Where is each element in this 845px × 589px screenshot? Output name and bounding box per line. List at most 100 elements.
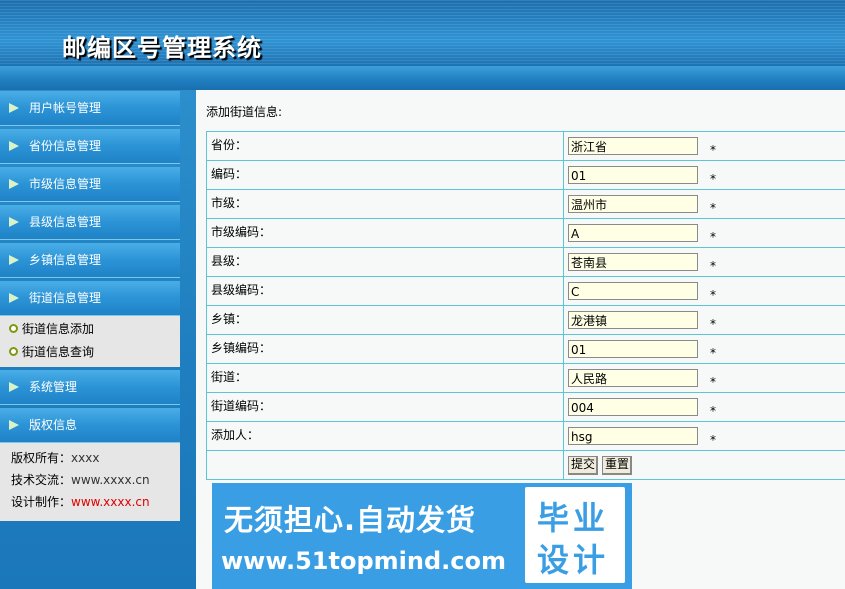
form-label: 市级： bbox=[206, 189, 564, 219]
form-field: 苍南县 * bbox=[563, 247, 845, 277]
header-banner: 邮编区号管理系统 bbox=[0, 0, 845, 90]
submit-button[interactable]: 提交 bbox=[568, 455, 599, 475]
form-buttons: 提交 重置 bbox=[563, 450, 845, 480]
sidebar-item-label: 街道信息管理 bbox=[29, 291, 102, 305]
city-input[interactable]: 温州市 bbox=[568, 195, 698, 213]
sidebar-item-label: 县级信息管理 bbox=[29, 215, 102, 229]
town-input[interactable]: 龙港镇 bbox=[568, 311, 698, 329]
field-label-street-code: 街道编码： bbox=[211, 398, 272, 413]
app-title: 邮编区号管理系统 bbox=[62, 33, 262, 62]
sidebar-item-county[interactable]: 县级信息管理 bbox=[0, 205, 180, 240]
field-label-adder: 添加人： bbox=[211, 427, 260, 442]
arrow-right-icon bbox=[9, 103, 19, 113]
form-field: 人民路 * bbox=[563, 363, 845, 393]
reset-button[interactable]: 重置 bbox=[602, 455, 633, 475]
form-field: 01 * bbox=[563, 334, 845, 364]
sidebar-item-copyright[interactable]: 版权信息 bbox=[0, 408, 180, 443]
required-mark: * bbox=[710, 171, 716, 186]
street-input[interactable]: 人民路 bbox=[568, 369, 698, 387]
form-label: 编码： bbox=[206, 160, 564, 190]
tech-line: 技术交流：www.xxxx.cn bbox=[11, 469, 180, 491]
copyright-info: 版权所有：xxxx 技术交流：www.xxxx.cn 设计制作：www.xxxx… bbox=[0, 443, 180, 521]
arrow-right-icon bbox=[9, 255, 19, 265]
sidebar-item-street[interactable]: 街道信息管理 bbox=[0, 281, 180, 316]
code-input[interactable]: 01 bbox=[568, 166, 698, 184]
sidebar-item-label: 乡镇信息管理 bbox=[29, 253, 102, 267]
sidebar-item-label: 省份信息管理 bbox=[29, 139, 102, 153]
field-label-city-code: 市级编码： bbox=[211, 224, 272, 239]
form-row: 县级编码： C * bbox=[206, 276, 845, 306]
form-label: 省份： bbox=[206, 131, 564, 161]
arrow-right-icon bbox=[9, 217, 19, 227]
form-label-empty bbox=[206, 450, 564, 480]
form-field: C * bbox=[563, 276, 845, 306]
submenu-item-street-query[interactable]: 街道信息查询 bbox=[0, 341, 180, 364]
form-field: A * bbox=[563, 218, 845, 248]
field-label-city: 市级： bbox=[211, 195, 248, 210]
arrow-right-icon bbox=[9, 179, 19, 189]
submenu-item-label: 街道信息查询 bbox=[22, 345, 95, 359]
adder-input[interactable]: hsg bbox=[568, 427, 698, 445]
field-label-town: 乡镇： bbox=[211, 311, 248, 326]
form-field: 浙江省 * bbox=[563, 131, 845, 161]
form-field: 004 * bbox=[563, 392, 845, 422]
street-code-input[interactable]: 004 bbox=[568, 398, 698, 416]
sidebar-item-system[interactable]: 系统管理 bbox=[0, 370, 180, 405]
required-mark: * bbox=[710, 345, 716, 360]
copyright-label: 版权所有： bbox=[11, 451, 72, 465]
required-mark: * bbox=[710, 287, 716, 302]
required-mark: * bbox=[710, 200, 716, 215]
sidebar-item-label: 用户帐号管理 bbox=[29, 101, 102, 115]
copyright-line: 版权所有：xxxx bbox=[11, 447, 180, 469]
city-code-input[interactable]: A bbox=[568, 224, 698, 242]
form-field: hsg * bbox=[563, 421, 845, 451]
arrow-right-icon bbox=[9, 293, 19, 303]
required-mark: * bbox=[710, 142, 716, 157]
watermark-badge-bottom: 设计 bbox=[537, 541, 610, 579]
required-mark: * bbox=[710, 316, 716, 331]
design-line: 设计制作：www.xxxx.cn bbox=[11, 491, 180, 513]
bullet-circle-icon bbox=[9, 347, 18, 356]
form-label: 街道编码： bbox=[206, 392, 564, 422]
field-label-town-code: 乡镇编码： bbox=[211, 340, 272, 355]
field-label-street: 街道： bbox=[211, 369, 248, 384]
form-row: 编码： 01 * bbox=[206, 160, 845, 190]
arrow-right-icon bbox=[9, 382, 19, 392]
copyright-value: xxxx bbox=[71, 451, 100, 465]
sidebar-item-label: 系统管理 bbox=[29, 380, 78, 394]
sidebar-item-city[interactable]: 市级信息管理 bbox=[0, 167, 180, 202]
field-label-county-code: 县级编码： bbox=[211, 282, 272, 297]
sidebar-item-town[interactable]: 乡镇信息管理 bbox=[0, 243, 180, 278]
form-label: 县级： bbox=[206, 247, 564, 277]
form-row: 市级： 温州市 * bbox=[206, 189, 845, 219]
form-row: 街道编码： 004 * bbox=[206, 392, 845, 422]
town-code-input[interactable]: 01 bbox=[568, 340, 698, 358]
county-input[interactable]: 苍南县 bbox=[568, 253, 698, 271]
field-label-province: 省份： bbox=[211, 137, 248, 152]
form-row-buttons: 提交 重置 bbox=[206, 450, 845, 480]
submenu-item-street-add[interactable]: 街道信息添加 bbox=[0, 318, 180, 341]
form-label: 乡镇编码： bbox=[206, 334, 564, 364]
submenu-item-label: 街道信息添加 bbox=[22, 322, 95, 336]
design-value: www.xxxx.cn bbox=[71, 495, 150, 509]
required-mark: * bbox=[710, 374, 716, 389]
sidebar-item-province[interactable]: 省份信息管理 bbox=[0, 129, 180, 164]
bullet-circle-icon bbox=[9, 324, 18, 333]
watermark-url: www.51topmind.com bbox=[221, 547, 506, 575]
form-label: 街道： bbox=[206, 363, 564, 393]
required-mark: * bbox=[710, 432, 716, 447]
watermark-banner: 无须担心.自动发货 www.51topmind.com 毕业 设计 bbox=[212, 483, 632, 589]
field-label-code: 编码： bbox=[211, 166, 248, 181]
form-row: 乡镇编码： 01 * bbox=[206, 334, 845, 364]
county-code-input[interactable]: C bbox=[568, 282, 698, 300]
sidebar-item-user-accounts[interactable]: 用户帐号管理 bbox=[0, 91, 180, 126]
province-input[interactable]: 浙江省 bbox=[568, 137, 698, 155]
required-mark: * bbox=[710, 258, 716, 273]
breadcrumb: 添加街道信息: bbox=[206, 105, 283, 119]
form-field: 龙港镇 * bbox=[563, 305, 845, 335]
street-submenu: 街道信息添加 街道信息查询 bbox=[0, 316, 180, 367]
form-label: 市级编码： bbox=[206, 218, 564, 248]
watermark-badge-top: 毕业 bbox=[537, 499, 610, 537]
street-form: 省份： 浙江省 * 编码： 01 * 市级： 温州市 * 市级编码： A * 县级： 苍… bbox=[206, 131, 845, 480]
form-row: 市级编码： A * bbox=[206, 218, 845, 248]
